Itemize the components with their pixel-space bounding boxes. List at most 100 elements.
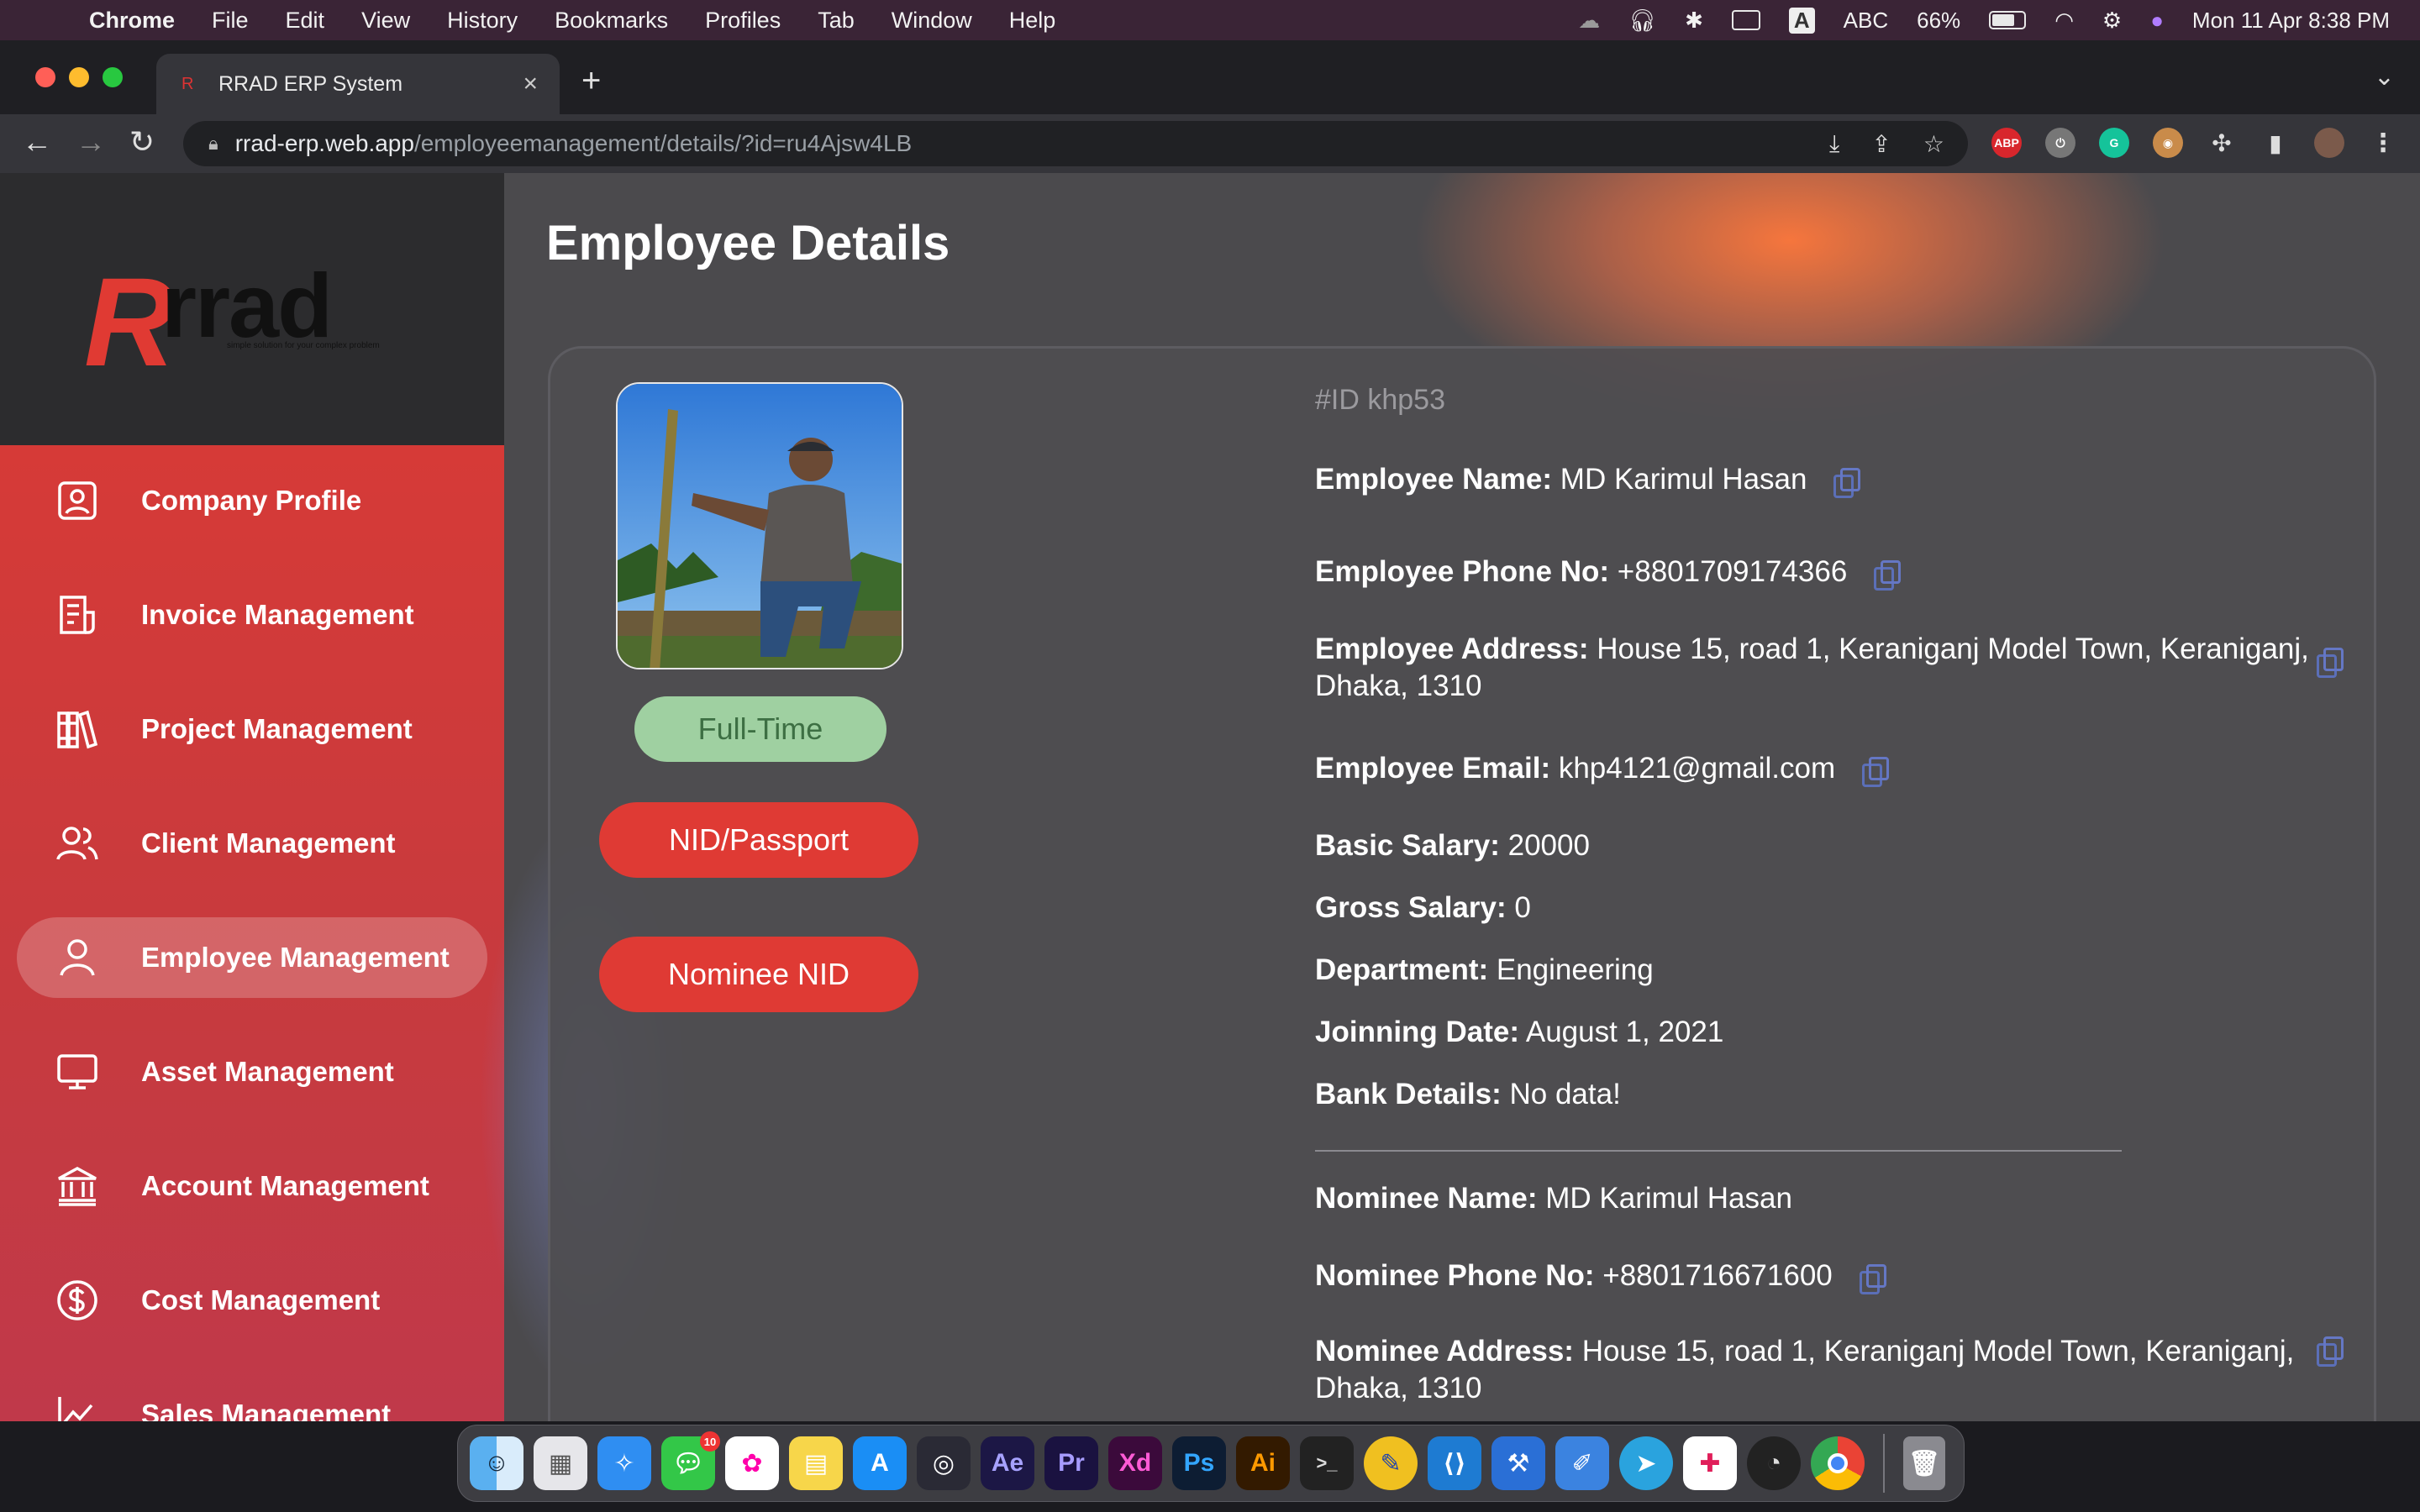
premiere-pro-icon[interactable]: Pr — [1044, 1436, 1098, 1490]
install-app-icon[interactable]: ⤓ — [1829, 130, 1839, 158]
joining-date-value: August 1, 2021 — [1525, 1016, 1724, 1048]
reload-button[interactable]: ↻ — [129, 124, 155, 160]
sidebar-item-label: Client Management — [141, 827, 396, 858]
basic-salary-value: 20000 — [1507, 829, 1590, 862]
launchpad-icon[interactable]: ▦ — [534, 1436, 587, 1490]
employee-photo — [616, 382, 903, 669]
copy-icon[interactable] — [1833, 467, 1861, 498]
menu-bookmarks[interactable]: Bookmarks — [555, 8, 668, 34]
bookmark-star-icon[interactable]: ☆ — [1923, 130, 1944, 158]
joining-date-row: Joinning Date: August 1, 2021 — [1315, 1014, 1723, 1051]
menu-view[interactable]: View — [361, 8, 410, 34]
share-icon[interactable]: ⇪ — [1871, 130, 1891, 158]
bluetooth-icon[interactable]: ✱ — [1685, 8, 1703, 34]
cookie-extension-icon[interactable]: ◉ — [2153, 128, 2183, 158]
profile-avatar[interactable] — [2314, 128, 2344, 158]
trash-icon[interactable]: 🗑︎ — [1903, 1436, 1945, 1490]
address-bar[interactable]: 🔒︎ rrad-erp.web.app/employeemanagement/d… — [183, 121, 1968, 166]
sidebar-item-label: Company Profile — [141, 485, 362, 516]
monitor-icon — [52, 1047, 103, 1097]
sidebar-item-label: Project Management — [141, 713, 413, 744]
copy-icon[interactable] — [1874, 559, 1902, 591]
sidebar-item-company-profile[interactable]: Company Profile — [17, 460, 487, 541]
input-source-label[interactable]: ABC — [1844, 8, 1888, 34]
safari-icon[interactable]: ✧ — [597, 1436, 651, 1490]
input-source-icon[interactable]: A — [1788, 7, 1815, 34]
tab-close-icon[interactable]: × — [523, 70, 538, 98]
sidebar-item-client-management[interactable]: Client Management — [17, 803, 487, 884]
chrome-menu-icon[interactable]: ⋮ — [2368, 128, 2398, 158]
menu-profiles[interactable]: Profiles — [705, 8, 781, 34]
app-store-icon[interactable]: A — [853, 1436, 907, 1490]
nominee-nid-button[interactable]: Nominee NID — [599, 937, 918, 1012]
slack-icon[interactable]: ✚ — [1683, 1436, 1737, 1490]
battery-icon[interactable] — [1989, 11, 2027, 29]
back-button[interactable]: ← — [22, 124, 52, 160]
chrome-icon[interactable] — [1811, 1436, 1865, 1490]
dollar-icon — [52, 1275, 103, 1326]
battery-percent[interactable]: 66% — [1917, 8, 1960, 34]
copy-icon[interactable] — [1859, 1263, 1886, 1294]
copy-icon[interactable] — [2317, 1336, 2344, 1367]
illustrator-icon[interactable]: Ai — [1236, 1436, 1290, 1490]
menu-clock[interactable]: Mon 11 Apr 8:38 PM — [2192, 8, 2390, 34]
menu-app-name[interactable]: Chrome — [89, 8, 175, 34]
employee-phone-row: Employee Phone No: +8801709174366 — [1315, 554, 1902, 591]
telegram-icon[interactable]: ➤ — [1619, 1436, 1673, 1490]
notes-icon[interactable]: ▤ — [789, 1436, 843, 1490]
vscode-icon[interactable]: ⟨⟩ — [1428, 1436, 1481, 1490]
sidebar-item-account-management[interactable]: Account Management — [17, 1146, 487, 1226]
control-center-icon[interactable]: ⚙︎ — [2102, 8, 2122, 34]
terminal-icon[interactable]: >_ — [1300, 1436, 1354, 1490]
menu-file[interactable]: File — [212, 8, 249, 34]
obs-icon[interactable]: ◔ — [1747, 1436, 1801, 1490]
headphones-icon[interactable]: 🎧︎ — [1628, 8, 1656, 34]
adobe-xd-icon[interactable]: Xd — [1108, 1436, 1162, 1490]
extensions-puzzle-icon[interactable]: ✣ — [2207, 128, 2237, 158]
copy-icon[interactable] — [1861, 756, 1889, 787]
power-extension-icon[interactable]: ⏻ — [2045, 128, 2075, 158]
adblock-extension-icon[interactable]: ABP — [1991, 128, 2022, 158]
sidebar-item-invoice-management[interactable]: Invoice Management — [17, 575, 487, 655]
browser-tab[interactable]: R RRAD ERP System × — [156, 54, 560, 114]
menu-help[interactable]: Help — [1009, 8, 1056, 34]
cloud-icon[interactable]: ☁ — [1578, 8, 1600, 34]
messages-icon[interactable]: 💬︎ 10 — [661, 1431, 720, 1490]
new-tab-button[interactable]: + — [581, 62, 601, 100]
tab-search-chevron-icon[interactable]: ⌄ — [2374, 62, 2395, 92]
menu-history[interactable]: History — [447, 8, 518, 34]
photoshop-icon[interactable]: Ps — [1172, 1436, 1226, 1490]
window-close-button[interactable] — [35, 67, 55, 87]
nid-passport-button[interactable]: NID/Passport — [599, 802, 918, 878]
davinci-resolve-icon[interactable]: ◎ — [917, 1436, 971, 1490]
section-divider — [1315, 1150, 2122, 1152]
sidebar-item-employee-management[interactable]: Employee Management — [17, 917, 487, 998]
grammarly-extension-icon[interactable]: G — [2099, 128, 2129, 158]
menu-window[interactable]: Window — [892, 8, 972, 34]
copy-icon[interactable] — [2317, 648, 2344, 678]
xcode-icon[interactable]: ⚒ — [1491, 1436, 1545, 1490]
vectornator-icon[interactable]: ✎ — [1364, 1436, 1418, 1490]
side-panel-icon[interactable]: ▮ — [2260, 128, 2291, 158]
wifi-icon[interactable]: ◠ — [2054, 8, 2074, 34]
finder-icon[interactable]: ☺ — [470, 1436, 523, 1490]
photos-icon[interactable]: ✿ — [725, 1436, 779, 1490]
sidebar-item-label: Cost Management — [141, 1284, 381, 1315]
window-minimize-button[interactable] — [69, 67, 89, 87]
department-value: Engineering — [1496, 953, 1654, 986]
after-effects-icon[interactable]: Ae — [981, 1436, 1034, 1490]
siri-icon[interactable]: ● — [2150, 8, 2164, 34]
gross-salary-value: 0 — [1514, 891, 1531, 924]
employment-type-badge: Full-Time — [634, 696, 886, 762]
menu-edit[interactable]: Edit — [286, 8, 325, 34]
window-zoom-button[interactable] — [103, 67, 123, 87]
display-icon[interactable] — [1731, 10, 1760, 30]
sidebar-item-sales-management[interactable]: Sales Management — [17, 1374, 487, 1421]
menu-tab[interactable]: Tab — [818, 8, 855, 34]
figma-icon[interactable]: ✐ — [1555, 1436, 1609, 1490]
sidebar-item-project-management[interactable]: Project Management — [17, 689, 487, 769]
sidebar-item-cost-management[interactable]: Cost Management — [17, 1260, 487, 1341]
sidebar-item-asset-management[interactable]: Asset Management — [17, 1032, 487, 1112]
forward-button[interactable]: → — [76, 124, 106, 160]
lock-icon[interactable]: 🔒︎ — [208, 133, 218, 155]
